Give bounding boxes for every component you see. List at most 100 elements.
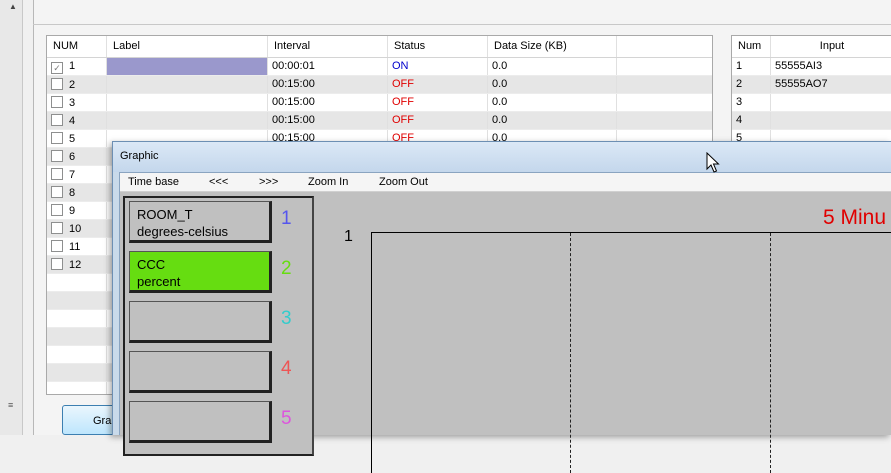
- cell-num[interactable]: 9: [47, 202, 107, 219]
- sensor-name: CCC: [137, 257, 166, 272]
- grid-line: [770, 233, 771, 473]
- cell-input[interactable]: [771, 94, 891, 111]
- cell-num[interactable]: 8: [47, 184, 107, 201]
- row-checkbox[interactable]: [51, 150, 63, 162]
- cell-num[interactable]: ✓ 1: [47, 58, 107, 75]
- row-checkbox[interactable]: [51, 96, 63, 108]
- cell-num[interactable]: 2: [47, 76, 107, 93]
- cell-input[interactable]: [771, 112, 891, 129]
- row-number: 11: [69, 241, 81, 253]
- table-row[interactable]: 3: [732, 94, 891, 112]
- cell-num[interactable]: 6: [47, 148, 107, 165]
- cell-interval[interactable]: 00:15:00: [268, 76, 388, 93]
- row-checkbox[interactable]: [51, 132, 63, 144]
- sensor-button-5[interactable]: [129, 401, 272, 443]
- left-splitter[interactable]: ▲ ≡: [0, 0, 23, 435]
- cell-data-size: 0.0: [488, 58, 617, 75]
- cell-num[interactable]: 11: [47, 238, 107, 255]
- row-number: 6: [69, 151, 76, 163]
- grid-line: [570, 233, 571, 473]
- sensor-index: 5: [281, 408, 292, 429]
- row-checkbox[interactable]: [51, 168, 63, 180]
- window-title-bar[interactable]: Graphic: [113, 142, 891, 172]
- row-checkbox[interactable]: [51, 204, 63, 216]
- cell-status[interactable]: OFF: [388, 94, 488, 111]
- graphic-window[interactable]: Graphic Time base <<< >>> Zoom In Zoom O…: [112, 141, 891, 473]
- cell-data-size: 0.0: [488, 94, 617, 111]
- table-row[interactable]: 2 00:15:00 OFF 0.0: [47, 76, 712, 94]
- cell-extra: [617, 94, 712, 111]
- row-checkbox[interactable]: [51, 240, 63, 252]
- row-checkbox[interactable]: [51, 114, 63, 126]
- menu-zoom-out[interactable]: Zoom Out: [379, 176, 428, 188]
- cell-num: 4: [732, 112, 771, 129]
- table-row[interactable]: ✓ 1 00:00:01 ON 0.0: [47, 58, 712, 76]
- cell-num[interactable]: 12: [47, 256, 107, 273]
- cell-num[interactable]: 7: [47, 166, 107, 183]
- row-checkbox[interactable]: [51, 78, 63, 90]
- column-header-status[interactable]: Status: [388, 36, 488, 57]
- row-number: 5: [69, 133, 76, 145]
- cell-label[interactable]: [107, 112, 268, 129]
- row-checkbox[interactable]: ✓: [51, 62, 63, 74]
- cell-label[interactable]: [107, 76, 268, 93]
- column-header-extra: [617, 36, 712, 57]
- menu-zoom-in[interactable]: Zoom In: [308, 176, 348, 188]
- cell-num[interactable]: 3: [47, 94, 107, 111]
- table-row[interactable]: 3 00:15:00 OFF 0.0: [47, 94, 712, 112]
- cell-extra: [617, 58, 712, 75]
- sensor-index: 4: [281, 358, 292, 379]
- sensor-button-3[interactable]: [129, 301, 272, 343]
- menu-previous[interactable]: <<<: [209, 176, 228, 188]
- table-row[interactable]: 4 00:15:00 OFF 0.0: [47, 112, 712, 130]
- cell-interval[interactable]: 00:15:00: [268, 112, 388, 129]
- cell-label[interactable]: [107, 58, 268, 75]
- column-header-num[interactable]: Num: [732, 36, 771, 57]
- cell-input[interactable]: 55555AI3: [771, 58, 891, 75]
- row-number: 10: [69, 223, 82, 235]
- row-number: 9: [69, 205, 76, 217]
- table-row[interactable]: 1 55555AI3: [732, 58, 891, 76]
- window-title: Graphic: [120, 150, 159, 162]
- sensor-button-1[interactable]: ROOM_T degrees-celsius: [129, 201, 272, 243]
- cell-status[interactable]: OFF: [388, 112, 488, 129]
- cell-data-size: 0.0: [488, 76, 617, 93]
- row-number: 12: [69, 259, 82, 271]
- cell-num[interactable]: 10: [47, 220, 107, 237]
- sensor-unit: degrees-celsius: [137, 224, 229, 239]
- column-header-num[interactable]: NUM: [47, 36, 107, 57]
- sensor-index: 2: [281, 258, 292, 279]
- sensor-button-2[interactable]: CCC percent: [129, 251, 272, 293]
- row-checkbox[interactable]: [51, 186, 63, 198]
- table-row[interactable]: 4: [732, 112, 891, 130]
- cell-status[interactable]: OFF: [388, 76, 488, 93]
- row-checkbox[interactable]: [51, 258, 63, 270]
- row-checkbox[interactable]: [51, 222, 63, 234]
- row-number: 4: [69, 115, 76, 127]
- menu-next[interactable]: >>>: [259, 176, 278, 188]
- scroll-up-icon[interactable]: ▲: [9, 2, 17, 11]
- column-header-interval[interactable]: Interval: [268, 36, 388, 57]
- cell-label[interactable]: [107, 94, 268, 111]
- menu-time-base[interactable]: Time base: [128, 176, 179, 188]
- plot-frame: [371, 232, 891, 473]
- cell-status[interactable]: ON: [388, 58, 488, 75]
- column-header-data-size[interactable]: Data Size (KB): [488, 36, 617, 57]
- graph-area: ROOM_T degrees-celsius 1 CCC percent 2 3 4 5 1 5…: [120, 192, 891, 473]
- cell-num: 1: [732, 58, 771, 75]
- cell-interval[interactable]: 00:15:00: [268, 94, 388, 111]
- cell-interval[interactable]: 00:00:01: [268, 58, 388, 75]
- cell-num[interactable]: 5: [47, 130, 107, 147]
- grip-icon[interactable]: ≡: [8, 400, 13, 410]
- cell-input[interactable]: 55555AO7: [771, 76, 891, 93]
- sensor-index: 1: [281, 208, 292, 229]
- sensor-button-4[interactable]: [129, 351, 272, 393]
- cell-num[interactable]: 4: [47, 112, 107, 129]
- row-number: 8: [69, 187, 76, 199]
- sensor-unit: percent: [137, 274, 181, 289]
- cell-extra: [617, 76, 712, 93]
- row-number: 7: [69, 169, 76, 181]
- table-row[interactable]: 2 55555AO7: [732, 76, 891, 94]
- column-header-input[interactable]: Input: [771, 36, 891, 57]
- column-header-label[interactable]: Label: [107, 36, 268, 57]
